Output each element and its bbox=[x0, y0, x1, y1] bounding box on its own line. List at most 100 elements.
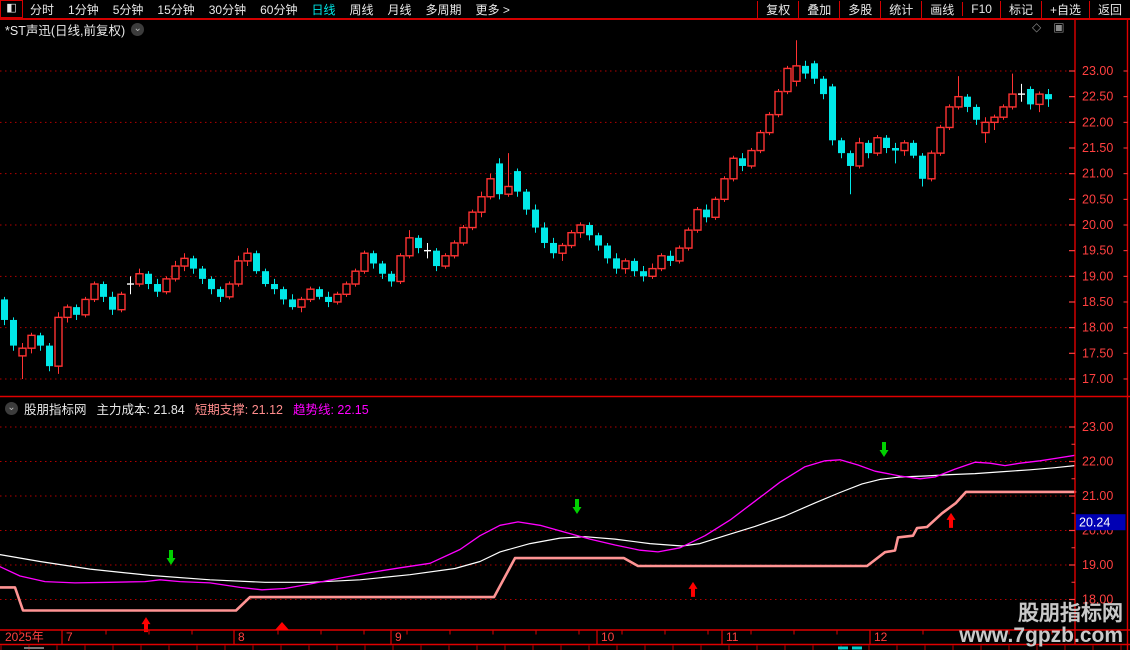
candle-down bbox=[667, 255, 674, 261]
main-candlestick-chart[interactable] bbox=[0, 40, 1075, 380]
triangle-up-icon bbox=[275, 622, 289, 630]
candle-down bbox=[379, 263, 386, 274]
indicator-line-1 bbox=[0, 454, 1076, 591]
menu-item-timeframe-10[interactable]: 更多 > bbox=[469, 1, 517, 18]
chart-canvas[interactable]: 23.00 22.50 22.00 21.50 21.00 20.50 20.00 19.50… bbox=[0, 0, 1130, 650]
menu-item-right-3[interactable]: 统计 bbox=[880, 0, 921, 18]
candle-up bbox=[297, 298, 306, 308]
menu-item-timeframe-1[interactable]: 1分钟 bbox=[61, 1, 106, 18]
candle-up bbox=[441, 255, 450, 267]
watermark-line1: 股朋指标网 bbox=[1018, 602, 1123, 626]
candle-up bbox=[675, 247, 684, 262]
candle-up bbox=[999, 106, 1008, 118]
menu-item-timeframe-7[interactable]: 周线 bbox=[342, 1, 380, 18]
menu-item-timeframe-8[interactable]: 月线 bbox=[381, 1, 419, 18]
indicator-panel[interactable] bbox=[0, 426, 1077, 633]
candle-down bbox=[883, 137, 890, 148]
indicator-header-field-0: 股朋指标网 bbox=[24, 403, 87, 417]
candle-down bbox=[910, 142, 917, 156]
candle-up bbox=[162, 278, 171, 293]
sell-arrow-icon bbox=[166, 550, 176, 565]
candle-down bbox=[514, 171, 521, 192]
indicator-chevron-down-icon[interactable]: ⌄ bbox=[5, 402, 18, 415]
menu-item-right-8[interactable]: 返回 bbox=[1088, 0, 1130, 18]
candle-up bbox=[765, 113, 774, 134]
menu-item-right-2[interactable]: 多股 bbox=[839, 0, 880, 18]
candle-up bbox=[306, 288, 315, 301]
menu-item-timeframe-6[interactable]: 日线 bbox=[304, 1, 342, 18]
menu-item-right-5[interactable]: F10 bbox=[962, 2, 1000, 16]
diamond-icon[interactable]: ◇ bbox=[1032, 20, 1041, 34]
date-axis: 2025年 7 8 9 10 11 12 bbox=[0, 622, 1122, 650]
candle-up bbox=[567, 231, 576, 247]
panel-icon[interactable]: ▣ bbox=[1053, 20, 1064, 34]
menu-item-timeframe-4[interactable]: 30分钟 bbox=[202, 1, 253, 18]
candle-down bbox=[604, 245, 611, 259]
candle-down bbox=[964, 96, 971, 107]
sub-axis-label: 19.00 bbox=[1082, 558, 1113, 572]
main-axis-label: 23.00 bbox=[1082, 64, 1113, 78]
candle-up bbox=[855, 142, 864, 167]
candle-down bbox=[37, 335, 44, 346]
candle-down bbox=[46, 345, 53, 367]
indicator-header-field-3: 趋势线: 22.15 bbox=[292, 403, 369, 417]
candle-down bbox=[271, 284, 278, 290]
main-axis-label: 18.50 bbox=[1082, 295, 1113, 309]
candle-down bbox=[829, 86, 836, 141]
month-label: 7 bbox=[66, 630, 73, 644]
candle-down bbox=[262, 271, 269, 285]
layout-icon[interactable]: ◧ bbox=[0, 0, 23, 18]
candle-down bbox=[811, 63, 818, 79]
menu-item-timeframe-3[interactable]: 15分钟 bbox=[150, 1, 201, 18]
menu-item-right-4[interactable]: 画线 bbox=[921, 0, 962, 18]
timeframe-menu: 分时 1分钟 5分钟 15分钟 30分钟 60分钟 日线 周线 月线 多周期 更多 > bbox=[23, 1, 517, 18]
main-axis-label: 21.00 bbox=[1082, 167, 1113, 181]
menu-item-right-6[interactable]: 标记 bbox=[999, 0, 1041, 18]
candle-down bbox=[73, 307, 80, 315]
candle-down bbox=[820, 78, 827, 95]
indicator-header: ⌄ 股朋指标网 主力成本: 21.84 短期支撑: 21.12 趋势线: 22.15 bbox=[5, 399, 379, 418]
candle-down bbox=[532, 209, 539, 228]
menu-item-timeframe-5[interactable]: 60分钟 bbox=[253, 1, 304, 18]
candle-down bbox=[919, 155, 926, 179]
indicator-header-field-2: 短期支撑: 21.12 bbox=[194, 403, 283, 417]
main-axis-label: 19.00 bbox=[1082, 269, 1113, 283]
chart-title[interactable]: *ST声迅(日线,前复权) bbox=[5, 20, 125, 39]
menu-item-timeframe-0[interactable]: 分时 bbox=[23, 1, 61, 18]
candle-up bbox=[576, 224, 585, 234]
candle-down bbox=[199, 268, 206, 279]
candle-down bbox=[1045, 94, 1052, 100]
candle-down bbox=[496, 163, 503, 195]
candle-down bbox=[217, 289, 224, 297]
candle-up bbox=[90, 283, 99, 301]
candle-up bbox=[477, 196, 486, 213]
candle-down bbox=[208, 278, 215, 290]
menu-item-right-0[interactable]: 复权 bbox=[757, 0, 798, 18]
candle-up bbox=[81, 298, 90, 316]
menu-item-right-7[interactable]: +自选 bbox=[1040, 0, 1089, 18]
sell-arrow-icon bbox=[879, 442, 889, 458]
candle-up bbox=[711, 198, 720, 218]
buy-arrow-icon bbox=[688, 581, 698, 597]
month-label: 9 bbox=[395, 630, 402, 644]
candle-up bbox=[342, 283, 351, 295]
watermark: 股朋指标网 www.7gpzb.com bbox=[959, 603, 1123, 647]
candle-up bbox=[459, 226, 468, 244]
candle-down bbox=[1, 299, 8, 320]
candle-down bbox=[388, 273, 395, 282]
menu-item-timeframe-2[interactable]: 5分钟 bbox=[106, 1, 151, 18]
candle-up bbox=[468, 211, 477, 229]
price-badge-text: 20.24 bbox=[1079, 516, 1110, 530]
candle-up bbox=[63, 306, 72, 319]
menu-item-right-1[interactable]: 叠加 bbox=[798, 0, 839, 18]
chevron-down-icon[interactable]: ⌄ bbox=[131, 23, 145, 36]
month-label: 12 bbox=[874, 630, 888, 644]
candle-up bbox=[657, 255, 666, 270]
candle-down bbox=[640, 271, 647, 277]
main-axis-label: 18.00 bbox=[1082, 321, 1113, 335]
trading-app-window: { "toolbar": { "window_icon_glyph": "◧",… bbox=[0, 0, 1130, 650]
candle-up bbox=[234, 260, 243, 285]
menu-item-timeframe-9[interactable]: 多周期 bbox=[419, 1, 469, 18]
candle-up bbox=[54, 316, 63, 367]
candle-up bbox=[684, 229, 693, 249]
